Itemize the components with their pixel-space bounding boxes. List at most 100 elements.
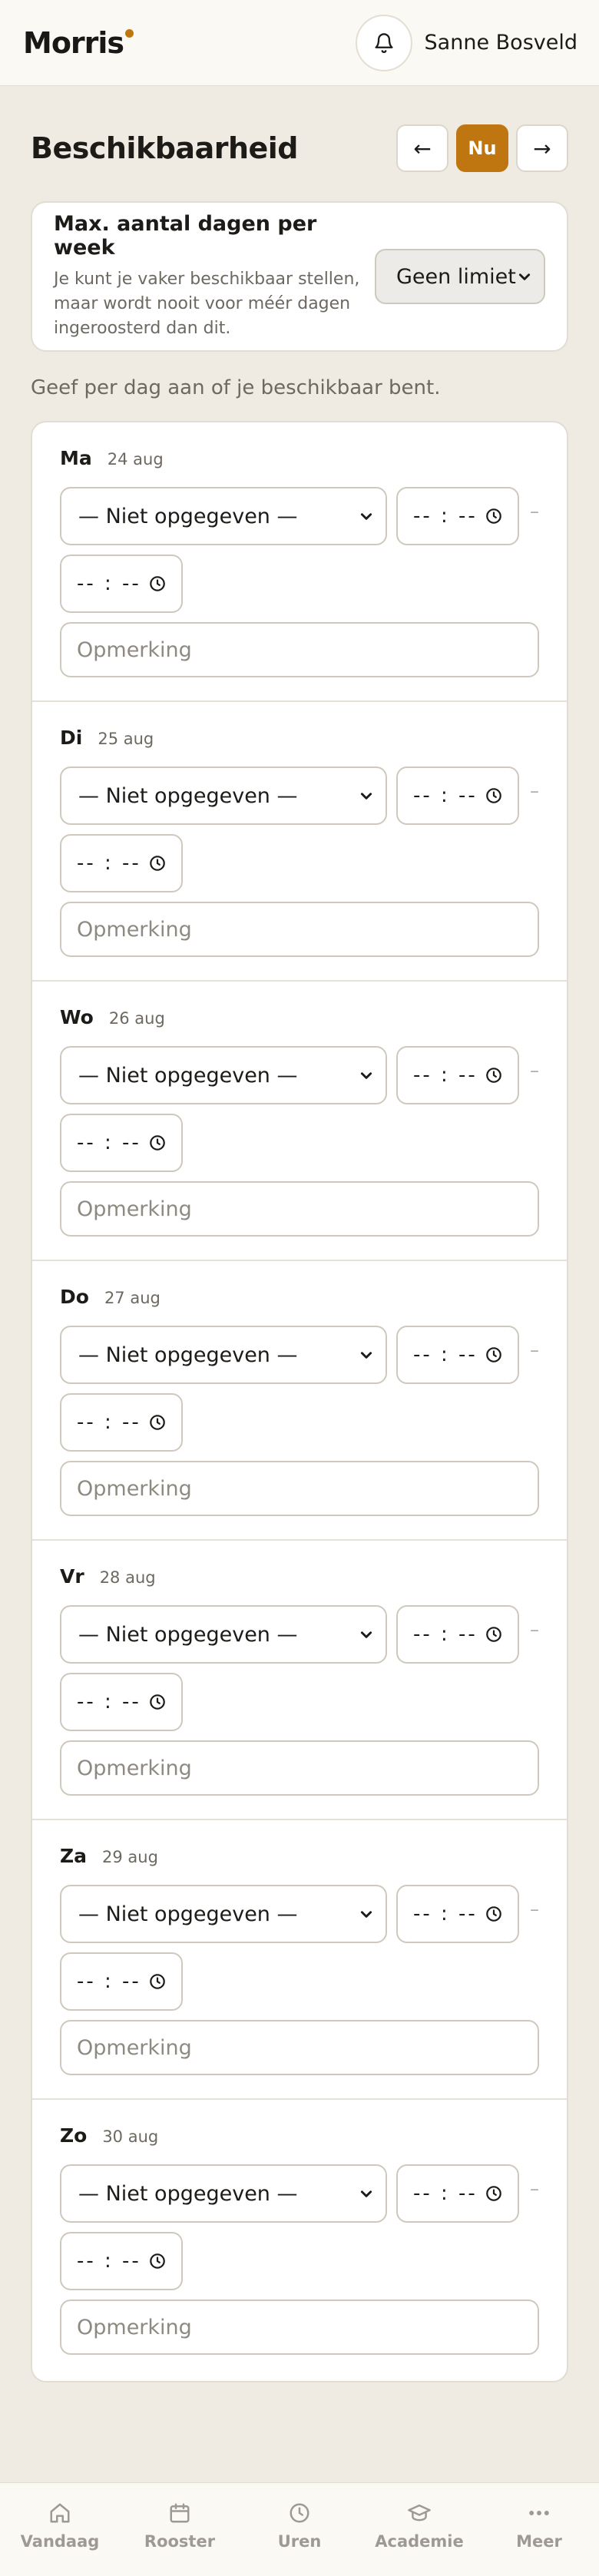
remark-input[interactable]: Opmerking: [60, 1461, 539, 1516]
end-time-input[interactable]: -- : --: [60, 2232, 183, 2290]
day-name: Di: [60, 727, 83, 749]
availability-select[interactable]: — Niet opgegeven —: [60, 767, 387, 825]
clock-icon: [486, 508, 501, 524]
start-time-input[interactable]: -- : --: [396, 2164, 519, 2223]
end-time-input[interactable]: -- : --: [60, 834, 183, 892]
nav-label: Rooster: [144, 2532, 216, 2551]
bell-icon: [375, 32, 393, 53]
remark-input[interactable]: Opmerking: [60, 2020, 539, 2075]
end-time-input[interactable]: -- : --: [60, 1673, 183, 1731]
day-row: Do 27 aug — Niet opgegeven — -- : -- – -…: [32, 1261, 567, 1541]
day-header: Di 25 aug: [60, 727, 154, 749]
start-time-input[interactable]: -- : --: [396, 1605, 519, 1664]
time-separator: –: [530, 501, 539, 522]
day-header: Vr 28 aug: [60, 1565, 156, 1588]
chevron-down-icon: [360, 1352, 372, 1359]
nav-label: Vandaag: [20, 2532, 100, 2551]
time-separator: –: [530, 1899, 539, 1920]
remark-input[interactable]: Opmerking: [60, 622, 539, 677]
start-time-value: -- : --: [413, 1343, 478, 1366]
end-time-input[interactable]: -- : --: [60, 1952, 183, 2011]
max-days-select[interactable]: Geen limiet: [375, 249, 545, 304]
nav-item-academie[interactable]: Academie: [362, 2502, 477, 2551]
availability-select[interactable]: — Niet opgegeven —: [60, 1885, 387, 1943]
chevron-down-icon: [360, 1911, 372, 1918]
start-time-value: -- : --: [413, 1902, 478, 1925]
day-row: Vr 28 aug — Niet opgegeven — -- : -- – -…: [32, 1541, 567, 1820]
availability-selected-value: — Niet opgegeven —: [78, 1343, 298, 1367]
availability-select[interactable]: — Niet opgegeven —: [60, 1326, 387, 1384]
availability-selected-value: — Niet opgegeven —: [78, 504, 298, 528]
nav-item-rooster[interactable]: Rooster: [122, 2502, 237, 2551]
clock-icon: [150, 1415, 165, 1430]
availability-select[interactable]: — Niet opgegeven —: [60, 2164, 387, 2223]
max-days-text: Max. aantal dagen per week Je kunt je va…: [54, 212, 369, 341]
day-header: Do 27 aug: [60, 1286, 161, 1308]
max-days-selected-value: Geen limiet: [396, 264, 516, 289]
chevron-down-icon: [360, 1631, 372, 1638]
remark-input[interactable]: Opmerking: [60, 902, 539, 957]
end-time-value: -- : --: [77, 1690, 141, 1713]
start-time-input[interactable]: -- : --: [396, 1885, 519, 1943]
nav-item-uren[interactable]: Uren: [242, 2502, 357, 2551]
clock-icon: [150, 856, 165, 871]
current-week-button[interactable]: Nu: [456, 124, 508, 172]
clock-icon: [486, 1906, 501, 1922]
clock-icon: [486, 2186, 501, 2201]
availability-select[interactable]: — Niet opgegeven —: [60, 1046, 387, 1104]
time-separator: –: [530, 1619, 539, 1641]
week-navigation: ← Nu →: [396, 124, 568, 172]
end-time-input[interactable]: -- : --: [60, 1114, 183, 1172]
start-time-input[interactable]: -- : --: [396, 1326, 519, 1384]
end-time-input[interactable]: -- : --: [60, 555, 183, 613]
chevron-down-icon: [360, 513, 372, 520]
morris-logo[interactable]: Morris: [23, 26, 134, 60]
nav-label: Meer: [516, 2532, 562, 2551]
clock-icon: [486, 788, 501, 803]
previous-week-button[interactable]: ←: [396, 124, 448, 172]
notifications-button[interactable]: [355, 14, 412, 71]
nav-item-vandaag[interactable]: Vandaag: [2, 2502, 117, 2551]
day-row: Zo 30 aug — Niet opgegeven — -- : -- – -…: [32, 2100, 567, 2379]
start-time-value: -- : --: [413, 784, 478, 807]
user-name[interactable]: Sanne Bosveld: [425, 31, 577, 55]
remark-input[interactable]: Opmerking: [60, 1181, 539, 1237]
nav-item-meer[interactable]: Meer: [482, 2502, 597, 2551]
day-name: Ma: [60, 447, 92, 469]
more-dots-icon: [529, 2511, 549, 2515]
day-date: 26 aug: [108, 1009, 165, 1028]
start-time-input[interactable]: -- : --: [396, 1046, 519, 1104]
chevron-down-icon: [360, 1072, 372, 1079]
end-time-value: -- : --: [77, 1970, 141, 1993]
start-time-input[interactable]: -- : --: [396, 487, 519, 545]
nav-label: Uren: [277, 2532, 322, 2551]
header-user-area: Sanne Bosveld: [355, 14, 577, 71]
time-separator: –: [530, 2178, 539, 2200]
next-week-button[interactable]: →: [516, 124, 568, 172]
availability-hint: Geef per dag aan of je beschikbaar bent.: [31, 376, 441, 399]
logo-text: Morris: [23, 25, 124, 60]
day-header: Wo 26 aug: [60, 1006, 165, 1028]
logo-dot: [125, 28, 134, 38]
clock-icon: [486, 1627, 501, 1642]
day-name: Za: [60, 1845, 87, 1867]
availability-select[interactable]: — Niet opgegeven —: [60, 487, 387, 545]
day-name: Wo: [60, 1006, 94, 1028]
availability-selected-value: — Niet opgegeven —: [78, 2181, 298, 2206]
remark-input[interactable]: Opmerking: [60, 2300, 539, 2355]
start-time-value: -- : --: [413, 1623, 478, 1646]
day-date: 30 aug: [102, 2127, 159, 2146]
remark-input[interactable]: Opmerking: [60, 1740, 539, 1796]
clock-icon: [150, 1974, 165, 1989]
end-time-value: -- : --: [77, 572, 141, 595]
availability-select[interactable]: — Niet opgegeven —: [60, 1605, 387, 1664]
start-time-input[interactable]: -- : --: [396, 767, 519, 825]
clock-icon: [150, 1694, 165, 1710]
time-separator: –: [530, 1060, 539, 1081]
end-time-input[interactable]: -- : --: [60, 1393, 183, 1452]
day-date: 29 aug: [102, 1848, 158, 1866]
day-header: Ma 24 aug: [60, 447, 164, 469]
end-time-value: -- : --: [77, 2250, 141, 2273]
availability-selected-value: — Niet opgegeven —: [78, 783, 298, 808]
day-header: Za 29 aug: [60, 1845, 158, 1867]
